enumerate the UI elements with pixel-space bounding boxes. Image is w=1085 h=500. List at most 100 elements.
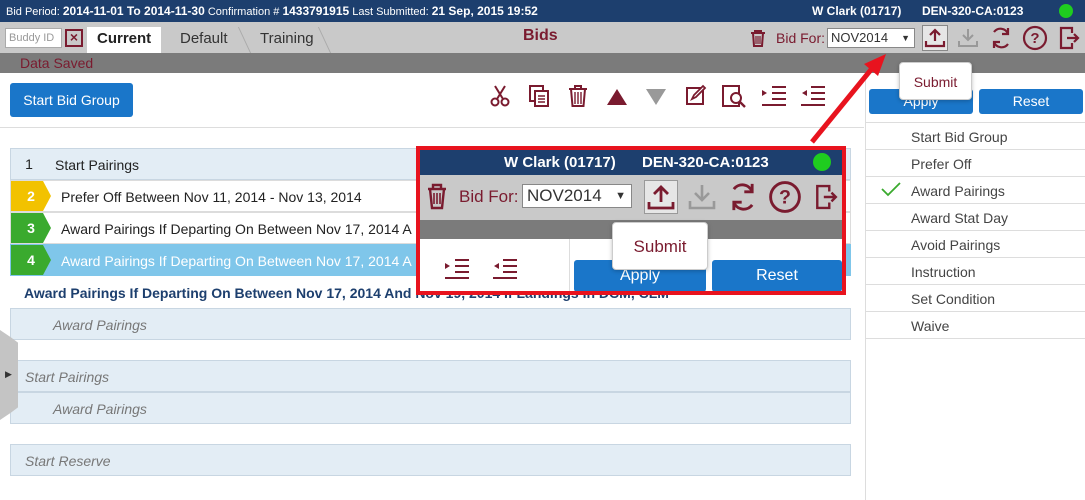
- close-icon[interactable]: ×: [65, 29, 83, 47]
- zoom-toolbar: [420, 239, 570, 291]
- option-label: Avoid Pairings: [911, 237, 1001, 253]
- zoom-tab-bar: Bid For: NOV2014 ▼ ?: [420, 175, 842, 220]
- bid-group-row[interactable]: Start Pairings: [10, 360, 851, 392]
- option-label: Start Bid Group: [911, 129, 1008, 145]
- copy-icon[interactable]: [527, 84, 551, 108]
- svg-text:?: ?: [1030, 30, 1039, 47]
- option-label: Waive: [911, 318, 950, 334]
- last-submitted-label: Last Submitted:: [352, 6, 429, 18]
- delete-icon[interactable]: [567, 84, 589, 108]
- buddy-id-input[interactable]: Buddy ID: [5, 28, 62, 48]
- option-set-condition[interactable]: Set Condition: [866, 285, 1085, 312]
- confirmation-value: 1433791915: [282, 4, 350, 18]
- row-text: Start Pairings: [25, 369, 110, 385]
- trash-icon[interactable]: [426, 182, 448, 210]
- indent-icon[interactable]: [760, 84, 788, 108]
- bid-for-label: Bid For:: [776, 30, 826, 46]
- help-icon[interactable]: ?: [1022, 25, 1048, 51]
- zoom-submit-button[interactable]: [644, 180, 678, 214]
- row-text: Award Pairings: [53, 317, 147, 333]
- bid-group-row[interactable]: Award Pairings: [10, 392, 851, 424]
- logout-icon[interactable]: [1058, 25, 1080, 51]
- row-text: Award Pairings If Departing On Between N…: [61, 253, 412, 269]
- zoom-reset-button[interactable]: Reset: [712, 260, 842, 291]
- option-label: Prefer Off: [911, 156, 972, 172]
- refresh-icon[interactable]: [988, 25, 1014, 51]
- zoom-bid-for-select[interactable]: NOV2014 ▼: [522, 184, 632, 208]
- option-avoid-pairings[interactable]: Avoid Pairings: [866, 231, 1085, 258]
- zoom-bid-for-value: NOV2014: [527, 186, 602, 205]
- top-status-bar: Bid Period: 2014-11-01 To 2014-11-30 Con…: [0, 0, 1085, 22]
- trash-icon[interactable]: [749, 28, 767, 48]
- option-award-pairings[interactable]: Award Pairings: [866, 177, 1085, 204]
- bid-period-info: Bid Period: 2014-11-01 To 2014-11-30 Con…: [6, 4, 538, 18]
- option-waive[interactable]: Waive: [866, 312, 1085, 339]
- tab-bar: Buddy ID × Current Default Training Bids…: [0, 22, 1085, 53]
- bid-period-value: 2014-11-01 To 2014-11-30: [62, 4, 205, 18]
- zoom-top-bar: W Clark (01717) DEN-320-CA:0123: [420, 150, 842, 175]
- option-start-bid-group[interactable]: Start Bid Group: [866, 123, 1085, 150]
- user-code: DEN-320-CA:0123: [922, 4, 1024, 18]
- zoom-callout: W Clark (01717) DEN-320-CA:0123 Bid For:…: [416, 146, 846, 295]
- option-label: Award Pairings: [911, 183, 1005, 199]
- last-submitted-value: 21 Sep, 2015 19:52: [431, 4, 538, 18]
- checkmark-icon: [881, 181, 901, 197]
- row-text: Prefer Off Between Nov 11, 2014 - Nov 13…: [61, 189, 362, 205]
- zoom-status-indicator: [813, 153, 831, 171]
- chevron-right-icon: ▶: [5, 369, 12, 379]
- status-indicator: [1059, 4, 1073, 18]
- logout-icon[interactable]: [814, 180, 838, 214]
- submit-upload-button[interactable]: [922, 25, 948, 51]
- refresh-icon[interactable]: [726, 180, 760, 214]
- move-down-icon[interactable]: [645, 88, 667, 106]
- row-number: 2: [11, 181, 51, 211]
- bid-for-select[interactable]: NOV2014 ▼: [827, 28, 915, 48]
- bid-options-panel: Apply Reset Start Bid Group Prefer Off A…: [865, 73, 1085, 500]
- cut-icon[interactable]: [489, 84, 511, 108]
- row-text: Award Pairings: [53, 401, 147, 417]
- start-bid-group-button[interactable]: Start Bid Group: [10, 83, 133, 117]
- chevron-down-icon: ▼: [901, 33, 910, 43]
- bid-group-row[interactable]: Start Reserve: [10, 444, 851, 476]
- option-label: Set Condition: [911, 291, 996, 307]
- zoom-user-name: W Clark (01717): [504, 154, 616, 171]
- option-instruction[interactable]: Instruction: [866, 258, 1085, 285]
- row-text: Start Reserve: [25, 453, 111, 469]
- tab-current[interactable]: Current: [87, 27, 162, 53]
- row-number: 1: [25, 156, 33, 172]
- data-saved-message: Data Saved: [20, 55, 94, 71]
- tab-default[interactable]: Default: [170, 27, 238, 53]
- zoom-user-code: DEN-320-CA:0123: [642, 154, 769, 171]
- edit-icon[interactable]: [684, 84, 708, 108]
- download-icon[interactable]: [686, 181, 718, 213]
- bid-group-row[interactable]: Award Pairings: [10, 308, 851, 340]
- bid-for-value: NOV2014: [831, 30, 889, 45]
- download-icon[interactable]: [956, 26, 980, 50]
- option-award-stat-day[interactable]: Award Stat Day: [866, 204, 1085, 231]
- row-number: 3: [11, 213, 51, 243]
- option-label: Instruction: [911, 264, 976, 280]
- chevron-down-icon: ▼: [615, 190, 626, 202]
- reset-button[interactable]: Reset: [979, 89, 1083, 114]
- bid-period-label: Bid Period:: [6, 6, 60, 18]
- toolbar-divider: [0, 127, 864, 128]
- user-name: W Clark (01717): [812, 4, 902, 18]
- zoom-submit-tooltip: Submit: [612, 222, 708, 270]
- outdent-icon[interactable]: [488, 257, 522, 281]
- row-text: Start Pairings: [55, 157, 140, 173]
- tab-training[interactable]: Training: [250, 27, 324, 53]
- preview-search-icon[interactable]: [721, 84, 747, 110]
- zoom-bid-for-label: Bid For:: [459, 187, 519, 206]
- page-title: Bids: [523, 27, 558, 44]
- help-icon[interactable]: ?: [768, 180, 802, 214]
- move-up-icon[interactable]: [606, 88, 628, 106]
- submit-tooltip: Submit: [899, 62, 972, 100]
- indent-icon[interactable]: [440, 257, 474, 281]
- callout-arrow: [810, 54, 886, 144]
- confirmation-label: Confirmation #: [207, 6, 280, 18]
- row-text: Award Pairings If Departing On Between N…: [61, 221, 412, 237]
- row-number: 4: [11, 245, 51, 275]
- option-prefer-off[interactable]: Prefer Off: [866, 150, 1085, 177]
- option-label: Award Stat Day: [911, 210, 1009, 226]
- svg-text:?: ?: [779, 187, 791, 209]
